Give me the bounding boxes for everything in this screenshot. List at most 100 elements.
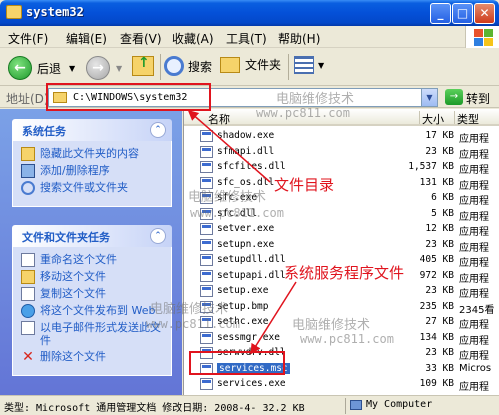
file-icon (200, 161, 213, 173)
table-row[interactable]: sfmapi.dll 23 KB 应用程 (184, 144, 499, 161)
menu-favorites[interactable]: 收藏(A) (172, 30, 214, 47)
file-size: 6 KB (431, 192, 454, 203)
chevron-down-icon[interactable]: ▼ (318, 61, 324, 70)
back-button[interactable]: ← 后退 ▼ (8, 56, 75, 80)
file-name: setupapi.dll (217, 269, 286, 281)
search-icon (164, 56, 184, 76)
file-type: Micros (459, 362, 492, 374)
file-size: 235 KB (419, 300, 454, 312)
annotation-file-dir: 文件目录 (274, 176, 335, 194)
file-name: sfmapi.dll (217, 145, 275, 157)
watermark-text: 电脑维修技术 (276, 92, 355, 107)
maximize-button[interactable]: □ (452, 3, 473, 24)
task-move-file[interactable]: 移动这个文件 (21, 270, 165, 284)
file-size: 12 KB (425, 223, 454, 234)
toolbar: ← 后退 ▼ → ▼ ↑ 搜索 文件夹 ▼ (0, 48, 499, 86)
watermark-url: www.pc811.com (190, 206, 284, 220)
file-folder-tasks-panel: 文件和文件夹任务 ⌃ 重命名这个文件 移动这个文件 复制这个文件 将这个文件发布… (12, 225, 172, 376)
file-name: sessmgr.exe (217, 331, 280, 343)
file-icon (200, 238, 213, 251)
computer-icon (350, 399, 362, 410)
file-name: setupdll.dll (217, 254, 286, 265)
go-arrow-icon[interactable]: → (445, 89, 463, 105)
watermark-url: www.pc811.com (300, 332, 394, 346)
close-button[interactable]: ✕ (474, 3, 495, 24)
status-bar: 类型: Microsoft 通用管理文档 修改日期: 2008-4- 32.2 … (0, 395, 499, 415)
search-icon (21, 181, 35, 195)
file-icon (200, 130, 213, 142)
move-icon (21, 270, 35, 284)
task-copy-file[interactable]: 复制这个文件 (21, 287, 165, 301)
task-publish-web[interactable]: 将这个文件发布到 Web (21, 304, 165, 318)
collapse-icon[interactable]: ⌃ (150, 122, 166, 138)
services-highlight-box (189, 351, 285, 375)
up-folder-button[interactable]: ↑ (132, 55, 154, 76)
table-row[interactable]: setup.exe 23 KB 应用程 (184, 283, 499, 300)
file-size: 23 KB (425, 238, 454, 250)
file-size: 23 KB (425, 347, 454, 358)
task-email-file[interactable]: 以电子邮件形式发送此文件 (21, 321, 165, 347)
table-row[interactable]: services.exe 109 KB 应用程 (184, 376, 499, 393)
chevron-down-icon[interactable]: ▼ (116, 64, 122, 73)
chevron-down-icon[interactable]: ▼ (421, 89, 437, 106)
menu-bar: 文件(F) 编辑(E) 查看(V) 收藏(A) 工具(T) 帮助(H) (0, 26, 499, 48)
file-size: 23 KB (425, 145, 454, 157)
collapse-icon[interactable]: ⌃ (150, 228, 166, 244)
folders-label: 文件夹 (245, 58, 282, 72)
search-label: 搜索 (188, 59, 213, 74)
table-row[interactable]: setupn.exe 23 KB 应用程 (184, 237, 499, 254)
forward-button[interactable]: → ▼ (86, 56, 122, 80)
table-row[interactable]: shadow.exe 17 KB 应用程 (184, 128, 499, 145)
search-button[interactable]: 搜索 (164, 56, 212, 76)
table-row[interactable]: setup.bmp 235 KB 2345看 (184, 299, 499, 316)
menu-view[interactable]: 查看(V) (120, 30, 162, 47)
task-delete-file[interactable]: ✕ 删除这个文件 (21, 350, 165, 364)
file-size: 17 KB (425, 130, 454, 141)
system-tasks-panel: 系统任务 ⌃ 隐藏此文件夹的内容 添加/删除程序 搜索文件或文件夹 (12, 119, 172, 207)
back-label: 后退 (37, 61, 62, 76)
table-row[interactable]: setver.exe 12 KB 应用程 (184, 221, 499, 238)
watermark-text: 电脑维修技术 (188, 190, 267, 205)
column-name[interactable]: 名称 (208, 111, 230, 127)
windows-logo-icon (465, 26, 499, 48)
back-arrow-icon: ← (8, 56, 32, 80)
status-text: 类型: Microsoft 通用管理文档 修改日期: 2008-4- 32.2 … (4, 403, 305, 414)
file-size: 33 KB (425, 362, 454, 374)
minimize-button[interactable]: _ (430, 3, 451, 24)
rename-icon (21, 253, 35, 267)
file-name: setup.exe (217, 285, 269, 296)
email-icon (21, 321, 35, 335)
column-type[interactable]: 类型 (457, 111, 479, 127)
views-icon (294, 56, 314, 74)
address-label: 地址(D) (6, 92, 49, 106)
delete-icon: ✕ (22, 349, 34, 365)
task-hide-folder[interactable]: 隐藏此文件夹的内容 (21, 147, 165, 161)
task-add-remove-programs[interactable]: 添加/删除程序 (21, 164, 165, 178)
file-size: 5 KB (431, 207, 454, 219)
table-row[interactable]: sfcfiles.dll 1,537 KB 应用程 (184, 159, 499, 176)
menu-help[interactable]: 帮助(H) (278, 30, 320, 47)
column-size[interactable]: 大小 (422, 111, 444, 127)
file-folder-tasks-header[interactable]: 文件和文件夹任务 ⌃ (12, 225, 172, 247)
up-folder-icon: ↑ (132, 55, 154, 76)
file-icon (200, 285, 213, 297)
task-rename-file[interactable]: 重命名这个文件 (21, 253, 165, 267)
task-search-files[interactable]: 搜索文件或文件夹 (21, 181, 165, 195)
menu-file[interactable]: 文件(F) (8, 30, 48, 47)
file-name: setupn.exe (217, 238, 275, 250)
menu-tools[interactable]: 工具(T) (226, 30, 267, 47)
title-bar[interactable]: system32 _ □ ✕ (0, 0, 499, 26)
system-tasks-title: 系统任务 (22, 125, 66, 138)
go-button[interactable]: 转到 (466, 90, 490, 107)
chevron-down-icon[interactable]: ▼ (69, 64, 75, 73)
views-button[interactable]: ▼ (294, 56, 324, 74)
folder-icon (6, 5, 22, 19)
file-name: setver.exe (217, 223, 275, 234)
annotation-service-program: 系统服务程序文件 (284, 264, 405, 282)
system-tasks-header[interactable]: 系统任务 ⌃ (12, 119, 172, 141)
file-icon (200, 254, 213, 266)
folders-button[interactable]: 文件夹 (220, 56, 281, 73)
task-pane: 系统任务 ⌃ 隐藏此文件夹的内容 添加/删除程序 搜索文件或文件夹 文件和文件夹… (0, 109, 182, 395)
add-remove-icon (21, 164, 35, 178)
menu-edit[interactable]: 编辑(E) (66, 30, 107, 47)
